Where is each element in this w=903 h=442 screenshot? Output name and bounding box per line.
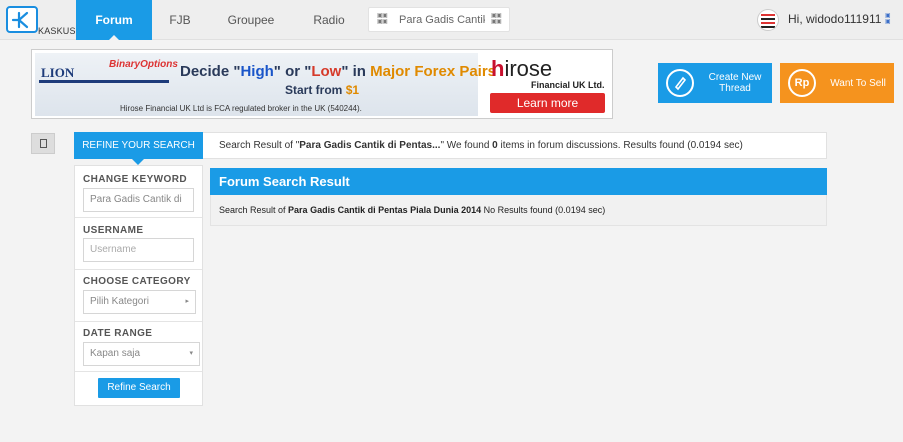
lion-binary-ad[interactable]: LION BinaryOptions Decide "High" or "Low… — [35, 53, 496, 116]
search-result-summary: Search Result of "Para Gadis Cantik di P… — [219, 140, 743, 151]
username-section: USERNAME Username — [75, 218, 202, 270]
ad-start-from: Start from $1 — [285, 83, 360, 97]
refine-search-bar: REFINE YOUR SEARCH Search Result of "Par… — [74, 132, 827, 165]
sidebar-toggle-button[interactable] — [31, 133, 55, 154]
create-thread-label: Create New Thread — [708, 72, 762, 94]
top-navigation-bar: KASKUS Forum FJB Groupee Radio ▣▣▣▣ ▣▣▣▣… — [0, 0, 903, 41]
hirose-logo: hirose — [491, 56, 553, 81]
user-greeting[interactable]: Hi, widodo111911 — [788, 12, 881, 26]
date-range-select[interactable]: Kapan saja — [83, 342, 200, 366]
rupiah-icon: Rp — [788, 69, 816, 97]
qr-icon: ▣▣ ▣▣ — [377, 13, 388, 25]
nav-groupee[interactable]: Groupee — [216, 0, 286, 40]
kaskus-logo-text: KASKUS — [38, 26, 76, 36]
learn-more-button[interactable]: Learn more — [490, 93, 605, 113]
lion-logo-text: LION — [41, 65, 75, 80]
forum-search-result-body: Search Result of Para Gadis Cantik di Pe… — [210, 195, 827, 226]
ad-headline: Decide "High" or "Low" in Major Forex Pa… — [180, 63, 497, 80]
binary-options-text: BinaryOptions — [109, 59, 178, 70]
pencil-icon — [666, 69, 694, 97]
username-input[interactable]: Username — [83, 238, 194, 262]
search-box[interactable]: ▣▣▣▣ ▣▣▣▣ — [368, 7, 510, 32]
qr-icon[interactable]: ▣ ▣ — [885, 13, 895, 25]
qr-icon: ▣▣ ▣▣ — [491, 13, 502, 25]
choose-category-label: CHOOSE CATEGORY — [83, 276, 191, 287]
keyword-section: CHANGE KEYWORD Para Gadis Cantik di — [75, 166, 202, 218]
keyword-input[interactable]: Para Gadis Cantik di — [83, 188, 194, 212]
nav-forum[interactable]: Forum — [76, 0, 152, 41]
nav-fjb[interactable]: FJB — [160, 0, 200, 40]
date-range-section: DATE RANGE Kapan saja — [75, 322, 202, 372]
ad-regulatory-note: Hirose Financial UK Ltd is FCA regulated… — [120, 104, 362, 113]
no-results-message: Search Result of Para Gadis Cantik di Pe… — [219, 205, 606, 215]
want-to-sell-button[interactable]: Rp Want To Sell — [780, 63, 894, 103]
forum-search-result-heading: Forum Search Result — [210, 168, 827, 195]
nav-radio[interactable]: Radio — [302, 0, 356, 40]
advertisement-banner[interactable]: LION BinaryOptions Decide "High" or "Low… — [31, 49, 613, 119]
panel-icon — [40, 139, 47, 148]
date-range-label: DATE RANGE — [83, 328, 153, 339]
want-to-sell-label: Want To Sell — [830, 77, 886, 89]
tab-refine-your-search[interactable]: REFINE YOUR SEARCH — [74, 132, 203, 165]
avatar[interactable] — [757, 9, 779, 31]
hirose-subtitle: Financial UK Ltd. — [531, 80, 605, 90]
lion-logo-swoosh — [39, 80, 169, 83]
change-keyword-label: CHANGE KEYWORD — [83, 174, 187, 185]
refine-search-sidebar: CHANGE KEYWORD Para Gadis Cantik di USER… — [74, 165, 203, 406]
refine-search-button[interactable]: Refine Search — [98, 378, 180, 398]
kaskus-logo-icon — [6, 6, 38, 33]
category-section: CHOOSE CATEGORY Pilih Kategori — [75, 270, 202, 322]
username-label: USERNAME — [83, 225, 144, 236]
create-new-thread-button[interactable]: Create New Thread — [658, 63, 772, 103]
kaskus-logo[interactable]: KASKUS — [4, 6, 76, 36]
search-input[interactable] — [399, 11, 485, 29]
category-select[interactable]: Pilih Kategori — [83, 290, 196, 314]
